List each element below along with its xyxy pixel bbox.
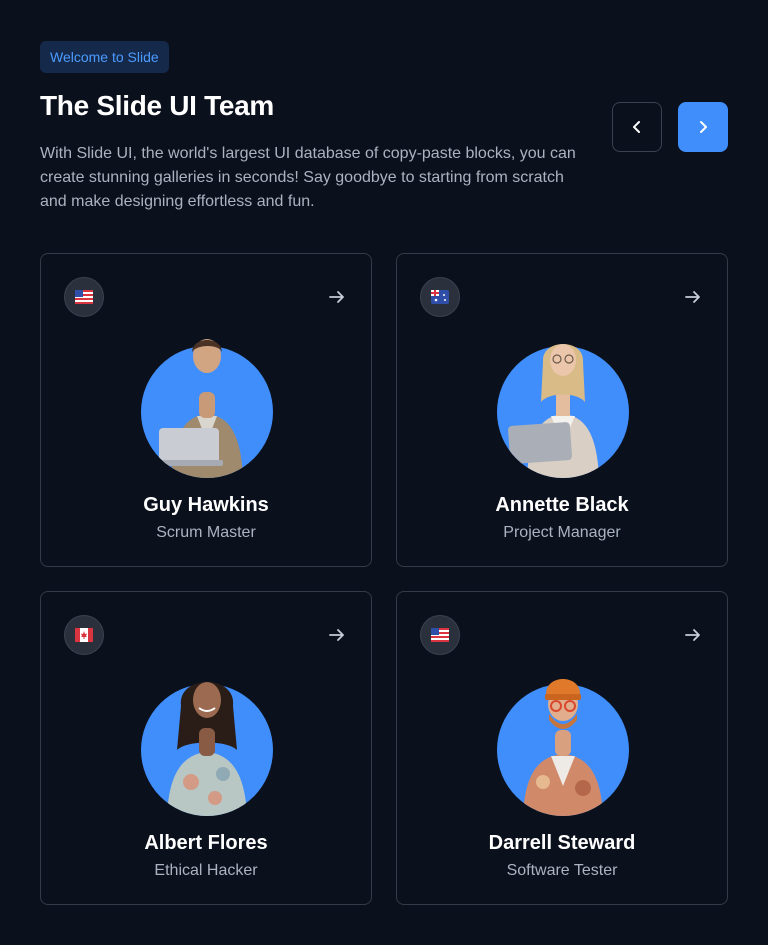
arrow-right-icon[interactable] bbox=[683, 287, 703, 307]
team-card[interactable]: Darrell Steward Software Tester bbox=[396, 591, 728, 905]
team-card[interactable]: Albert Flores Ethical Hacker bbox=[40, 591, 372, 905]
team-card[interactable]: Guy Hawkins Scrum Master bbox=[40, 253, 372, 567]
arrow-right-icon[interactable] bbox=[327, 287, 347, 307]
member-name: Darrell Steward bbox=[488, 832, 636, 854]
avatar bbox=[141, 670, 273, 816]
member-role: Scrum Master bbox=[156, 524, 256, 541]
avatar bbox=[497, 332, 629, 478]
member-role: Ethical Hacker bbox=[154, 862, 258, 879]
avatar bbox=[141, 332, 273, 478]
chevron-left-icon bbox=[633, 121, 640, 133]
previous-button[interactable] bbox=[612, 102, 662, 152]
member-name: Annette Black bbox=[495, 494, 629, 516]
avatar bbox=[497, 670, 629, 816]
ca-flag-icon bbox=[64, 615, 104, 655]
member-role: Software Tester bbox=[506, 862, 618, 879]
team-card[interactable]: Annette Black Project Manager bbox=[396, 253, 728, 567]
member-name: Albert Flores bbox=[144, 832, 268, 854]
arrow-right-icon[interactable] bbox=[327, 625, 347, 645]
next-button[interactable] bbox=[678, 102, 728, 152]
page-description: With Slide UI, the world's largest UI da… bbox=[40, 145, 576, 210]
page-title: The Slide UI Team bbox=[40, 90, 274, 121]
us-flag-icon bbox=[64, 277, 104, 317]
welcome-badge: Welcome to Slide bbox=[40, 41, 169, 73]
chevron-right-icon bbox=[700, 121, 707, 133]
au-flag-icon bbox=[420, 277, 460, 317]
team-grid: Guy Hawkins Scrum Master Annette Black P… bbox=[40, 253, 728, 905]
member-name: Guy Hawkins bbox=[143, 494, 269, 516]
member-role: Project Manager bbox=[503, 524, 621, 541]
us-flag-icon bbox=[420, 615, 460, 655]
arrow-right-icon[interactable] bbox=[683, 625, 703, 645]
